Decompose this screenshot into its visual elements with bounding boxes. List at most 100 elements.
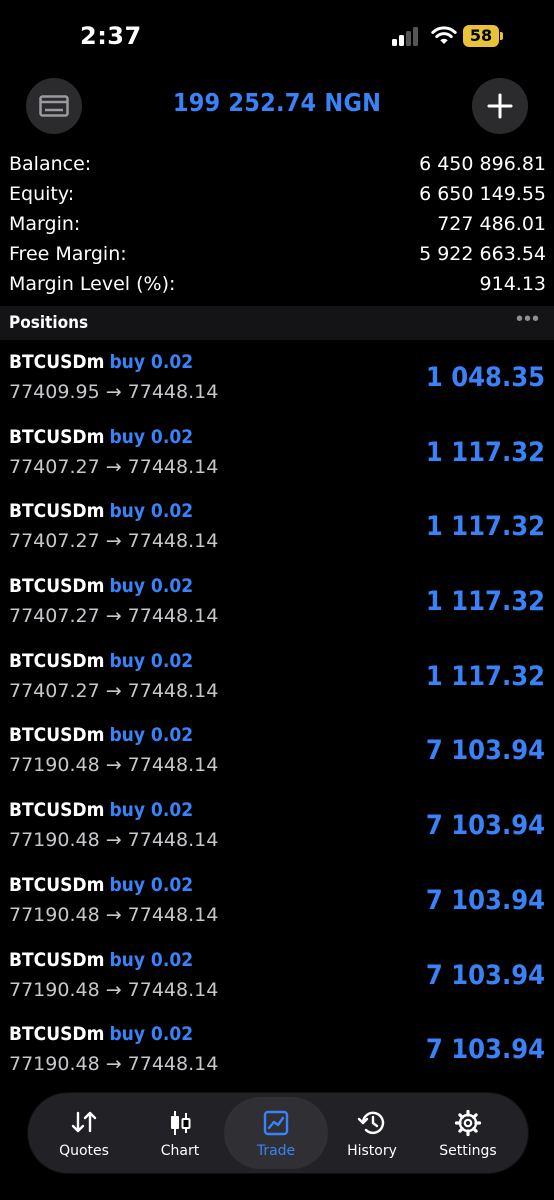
position-row[interactable]: BTCUSDm buy 0.02 77190.48 → 77448.14 7 103.… bbox=[0, 789, 554, 864]
position-profit: 1 117.32 bbox=[425, 660, 545, 692]
account-value: 727 486.01 bbox=[437, 213, 546, 235]
account-label: Equity: bbox=[9, 183, 75, 205]
position-prices: 77190.48 → 77448.14 bbox=[9, 978, 219, 1001]
trade-chart-icon bbox=[263, 1110, 289, 1136]
account-row: Balance: 6 450 896.81 bbox=[0, 150, 554, 180]
account-label: Margin: bbox=[9, 213, 81, 235]
account-value: 5 922 663.54 bbox=[419, 243, 546, 265]
account-value: 6 650 149.55 bbox=[419, 183, 546, 205]
wifi-icon bbox=[431, 26, 457, 44]
position-symbol: BTCUSDm bbox=[9, 724, 105, 747]
position-side: buy 0.02 bbox=[109, 649, 194, 672]
tab-history[interactable]: History bbox=[324, 1093, 420, 1173]
position-side: buy 0.02 bbox=[109, 1023, 194, 1046]
position-prices: 77407.27 → 77448.14 bbox=[9, 530, 219, 553]
battery-icon: 58 bbox=[463, 25, 499, 47]
position-symbol: BTCUSDm bbox=[9, 873, 105, 896]
position-row[interactable]: BTCUSDm buy 0.02 77407.27 → 77448.14 1 117.… bbox=[0, 565, 554, 640]
account-value: 6 450 896.81 bbox=[419, 153, 546, 175]
position-side: buy 0.02 bbox=[109, 799, 194, 822]
position-symbol-line: BTCUSDm buy 0.02 bbox=[9, 650, 193, 672]
position-profit: 7 103.94 bbox=[425, 959, 545, 991]
position-side: buy 0.02 bbox=[109, 351, 194, 373]
position-symbol: BTCUSDm bbox=[9, 799, 105, 822]
profit-total-title: 199 252.74 NGN bbox=[172, 88, 382, 117]
position-side: buy 0.02 bbox=[109, 724, 194, 747]
tab-settings[interactable]: Settings bbox=[420, 1093, 516, 1173]
account-summary: Balance: 6 450 896.81 Equity: 6 650 149.55 M… bbox=[0, 150, 554, 300]
account-value: 914.13 bbox=[479, 273, 546, 295]
position-symbol-line: BTCUSDm buy 0.02 bbox=[9, 724, 193, 746]
position-symbol-line: BTCUSDm buy 0.02 bbox=[9, 949, 193, 971]
position-prices: 77407.27 → 77448.14 bbox=[9, 455, 219, 478]
position-row[interactable]: BTCUSDm buy 0.02 77190.48 → 77448.14 7 103.… bbox=[0, 939, 554, 1014]
position-row[interactable]: BTCUSDm buy 0.02 77190.48 → 77448.14 7 103.… bbox=[0, 714, 554, 789]
position-profit: 7 103.94 bbox=[425, 735, 545, 767]
cellular-signal-icon bbox=[392, 26, 424, 46]
more-options-icon[interactable]: ••• bbox=[516, 308, 540, 331]
tab-quotes[interactable]: Quotes bbox=[36, 1093, 132, 1173]
position-profit: 1 048.35 bbox=[425, 362, 545, 393]
tab-label: Quotes bbox=[59, 1143, 109, 1159]
sort-arrows-icon bbox=[71, 1111, 97, 1133]
position-row[interactable]: BTCUSDm buy 0.02 77190.48 → 77448.14 7 103.… bbox=[0, 864, 554, 939]
account-label: Margin Level (%): bbox=[9, 273, 176, 295]
position-prices: 77409.95 → 77448.14 bbox=[9, 381, 219, 403]
tab-trade[interactable]: Trade bbox=[224, 1097, 328, 1169]
position-symbol-line: BTCUSDm buy 0.02 bbox=[9, 874, 193, 896]
history-clock-icon bbox=[357, 1111, 385, 1135]
position-row[interactable]: BTCUSDm buy 0.02 77407.27 → 77448.14 1 117.… bbox=[0, 416, 554, 491]
account-row: Equity: 6 650 149.55 bbox=[0, 180, 554, 210]
position-symbol-line: BTCUSDm buy 0.02 bbox=[9, 426, 193, 448]
position-symbol-line: BTCUSDm buy 0.02 bbox=[9, 351, 193, 373]
position-symbol-line: BTCUSDm buy 0.02 bbox=[9, 1023, 193, 1045]
position-side: buy 0.02 bbox=[109, 500, 194, 523]
position-profit: 7 103.94 bbox=[425, 1034, 545, 1066]
position-prices: 77190.48 → 77448.14 bbox=[9, 829, 219, 852]
position-symbol-line: BTCUSDm buy 0.02 bbox=[9, 575, 193, 597]
position-profit: 7 103.94 bbox=[425, 884, 545, 916]
position-symbol: BTCUSDm bbox=[9, 649, 105, 672]
tab-chart[interactable]: Chart bbox=[132, 1093, 228, 1173]
new-order-button[interactable] bbox=[472, 78, 528, 134]
position-prices: 77190.48 → 77448.14 bbox=[9, 1053, 219, 1076]
tab-bar: Quotes Chart Trade History Settings bbox=[28, 1093, 528, 1173]
position-symbol: BTCUSDm bbox=[9, 425, 105, 448]
position-prices: 77407.27 → 77448.14 bbox=[9, 679, 219, 702]
position-profit: 1 117.32 bbox=[425, 436, 545, 468]
position-symbol: BTCUSDm bbox=[9, 575, 105, 598]
position-symbol: BTCUSDm bbox=[9, 948, 105, 971]
position-row[interactable]: BTCUSDm buy 0.02 77407.27 → 77448.14 1 117.… bbox=[0, 640, 554, 715]
candlestick-icon bbox=[171, 1111, 191, 1135]
tab-label: Settings bbox=[439, 1143, 497, 1159]
tab-label: Trade bbox=[256, 1143, 296, 1159]
position-symbol: BTCUSDm bbox=[9, 1023, 105, 1046]
position-side: buy 0.02 bbox=[109, 575, 194, 598]
position-symbol: BTCUSDm bbox=[9, 351, 105, 373]
position-row[interactable]: BTCUSDm buy 0.02 77407.27 → 77448.14 1 117.… bbox=[0, 490, 554, 565]
status-bar: 2:37 58 bbox=[0, 0, 554, 75]
battery-tip bbox=[500, 32, 503, 40]
position-row[interactable]: BTCUSDm buy 0.02 77190.48 → 77448.14 7 103.… bbox=[0, 1013, 554, 1088]
positions-header: Positions ••• bbox=[0, 306, 554, 340]
position-side: buy 0.02 bbox=[109, 873, 194, 896]
position-symbol: BTCUSDm bbox=[9, 500, 105, 523]
position-profit: 1 117.32 bbox=[425, 511, 545, 543]
account-row: Free Margin: 5 922 663.54 bbox=[0, 240, 554, 270]
gear-icon bbox=[454, 1109, 482, 1137]
positions-title: Positions bbox=[9, 313, 89, 333]
position-side: buy 0.02 bbox=[109, 425, 194, 448]
position-profit: 7 103.94 bbox=[425, 810, 545, 842]
tab-label: Chart bbox=[160, 1143, 200, 1159]
header: 199 252.74 NGN bbox=[0, 75, 554, 137]
position-symbol-line: BTCUSDm buy 0.02 bbox=[9, 500, 193, 522]
position-prices: 77190.48 → 77448.14 bbox=[9, 754, 219, 777]
plus-icon bbox=[487, 93, 513, 119]
position-prices: 77407.27 → 77448.14 bbox=[9, 605, 219, 628]
position-row[interactable]: BTCUSDm buy 0.02 77409.95 → 77448.14 1 048.… bbox=[0, 341, 554, 416]
account-label: Balance: bbox=[9, 153, 92, 175]
position-symbol-line: BTCUSDm buy 0.02 bbox=[9, 799, 193, 821]
account-row: Margin: 727 486.01 bbox=[0, 210, 554, 240]
status-time: 2:37 bbox=[80, 22, 142, 50]
tab-label: History bbox=[347, 1143, 397, 1159]
